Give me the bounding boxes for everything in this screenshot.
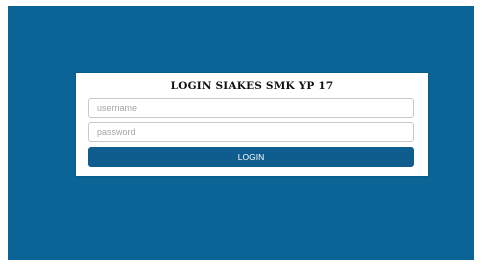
username-input[interactable] <box>88 98 414 118</box>
page-background: LOGIN SIAKES SMK YP 17 LOGIN <box>8 6 474 260</box>
login-title: LOGIN SIAKES SMK YP 17 <box>170 80 334 92</box>
login-button[interactable]: LOGIN <box>88 147 414 167</box>
login-card: LOGIN SIAKES SMK YP 17 LOGIN <box>76 73 428 176</box>
password-input[interactable] <box>88 122 414 142</box>
